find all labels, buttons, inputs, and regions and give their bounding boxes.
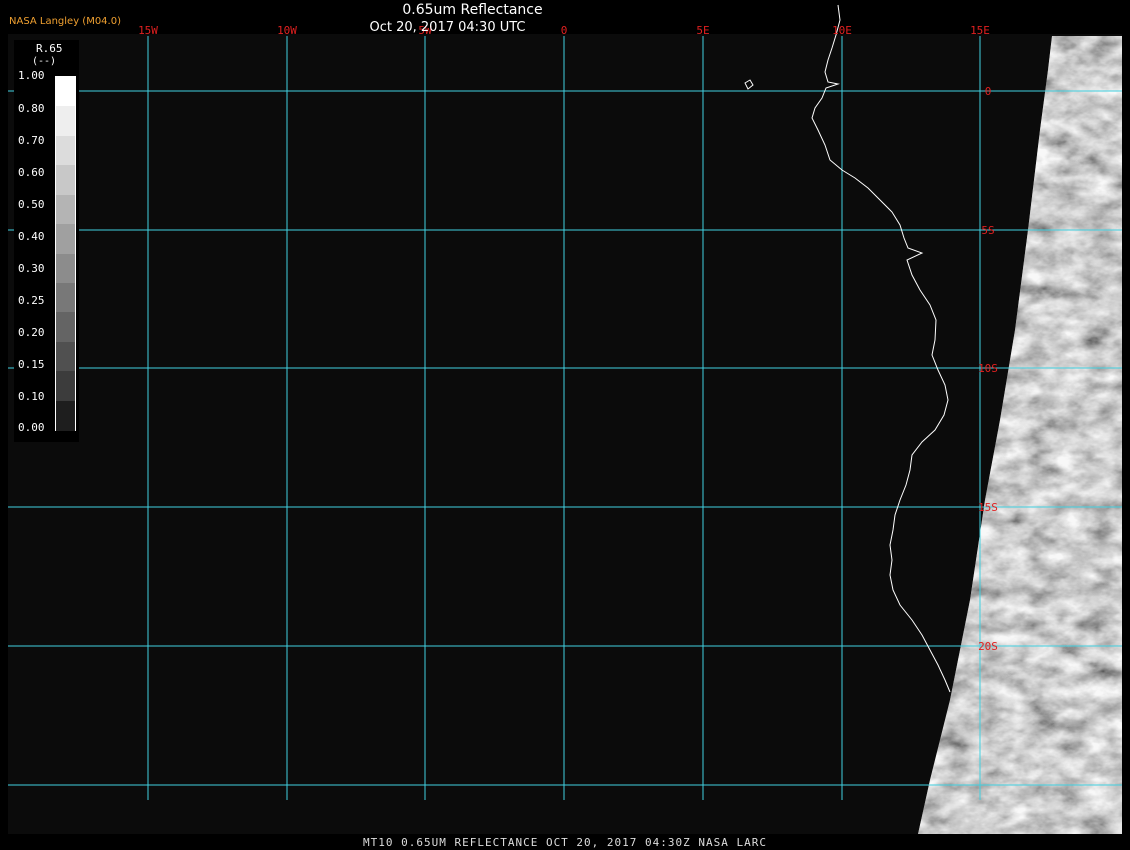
legend-label: 0.10 [18,390,45,403]
coastline-africa [811,4,951,693]
longitude-label: 15E [970,24,990,37]
legend-swatch [56,253,75,284]
legend-swatch [56,77,75,107]
legend-swatch [56,282,75,313]
legend-label: 0.20 [18,326,45,339]
legend-colorbar [55,76,76,431]
legend-label: 0.70 [18,134,45,147]
legend-swatch [56,194,75,225]
legend-label: 0.40 [18,230,45,243]
latitude-label: 5S [981,224,994,237]
legend-label: 0.25 [18,294,45,307]
coastline [744,4,951,693]
timestamp-subtitle: Oct 20, 2017 04:30 UTC [369,20,526,35]
legend-label: 0.50 [18,198,45,211]
legend-label: 0.80 [18,102,45,115]
legend-swatch [56,135,75,166]
legend-swatch [56,400,75,431]
legend-swatch [56,224,75,255]
legend-variable: R.65 [36,42,63,55]
legend-label: 0.30 [18,262,45,275]
map-overlay: 15W 10W 5W 0 5E 10E 15E 05S10S15S20S [8,4,1122,834]
satellite-image-viewer: 15W 10W 5W 0 5E 10E 15E 0 5S 10S 15S 20S 0.65um Re… [0,0,1130,850]
latitude-label: 0 [985,85,992,98]
legend-unit: (--) [32,56,57,67]
satellite-scan-imagery [918,36,1122,834]
legend-swatch [56,371,75,402]
latitude-label: 15S [978,501,998,514]
legend-label: 1.00 [18,69,45,82]
legend-label: 0.00 [18,421,45,434]
legend-swatch [56,165,75,196]
legend-label: 0.15 [18,358,45,371]
credit-label: NASA Langley (M04.0) [9,16,121,27]
legend-label: 0.60 [18,166,45,179]
legend-swatch [56,312,75,343]
island-bioko [744,79,754,90]
footer-caption: MT10 0.65UM REFLECTANCE OCT 20, 2017 04:… [363,836,767,849]
latitude-label: 20S [978,640,998,653]
legend-swatch [56,341,75,372]
color-legend: R.65 (--) 1.00 0.80 0.70 0.60 0.50 0.40 0.30 0.… [14,40,79,442]
chart-title: 0.65um Reflectance [402,2,543,18]
latitude-label: 10S [978,362,998,375]
legend-swatch [56,106,75,137]
